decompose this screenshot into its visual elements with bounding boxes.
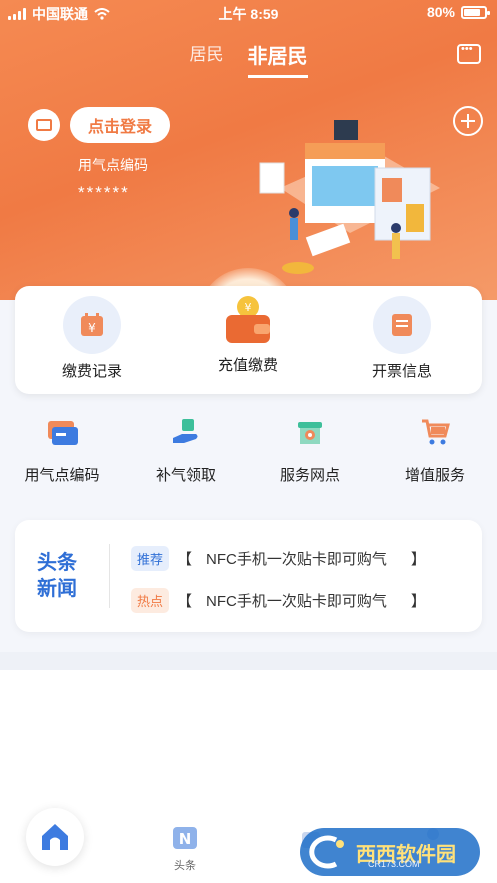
grid-label-service-outlets: 服务网点 [279, 467, 340, 484]
battery-percent: 80% [426, 4, 455, 20]
bracket-close: 】 [410, 593, 426, 610]
tabbar-home-button[interactable] [26, 808, 84, 866]
grid-label-gas-refill: 补气领取 [155, 467, 216, 484]
tab-resident[interactable]: 居民 [190, 40, 224, 78]
recommend-badge: 推荐 [131, 546, 170, 571]
grid-label-value-added: 增值服务 [404, 467, 465, 484]
divider [109, 544, 110, 608]
headline-news-logo: 头条 新闻 [37, 550, 77, 602]
tabbar-headlines[interactable]: N 头条 [172, 826, 198, 873]
news-logo-line2: 新闻 [37, 578, 77, 600]
calendar-yen-icon: ¥ [63, 296, 121, 354]
grid-item-service-outlets[interactable]: 服务网点 [255, 414, 365, 485]
message-icon[interactable] [457, 43, 481, 64]
invoice-info-button[interactable]: 开票信息 [337, 296, 467, 381]
news-title: NFC手机一次贴卡即可购气 [206, 593, 387, 610]
battery-icon [461, 5, 490, 19]
service-grid: 用气点编码 补气领取 服务网点 增值服务 [0, 414, 497, 494]
status-bar: 中国联通 上午 8:59 80% [0, 0, 497, 26]
store-location-icon [292, 414, 328, 450]
watermark-sub: CR173.COM [368, 859, 420, 869]
login-button[interactable]: 点击登录 [70, 107, 171, 143]
news-item[interactable]: 热点 【 NFC手机一次贴卡即可购气 】 [131, 588, 426, 613]
headline-news-card: 头条 新闻 推荐 【 NFC手机一次贴卡即可购气 】 热点 【 NFC手机一次贴… [15, 520, 482, 632]
gas-point-code-value: ****** [78, 183, 130, 202]
site-watermark: 西西软件园 CR173.COM [300, 828, 480, 876]
watermark-logo [309, 835, 344, 869]
resident-tabs: 居民 非居民 [0, 40, 497, 78]
bracket-open: 【 [177, 551, 193, 568]
invoice-info-label: 开票信息 [371, 363, 432, 380]
payment-records-button[interactable]: ¥ 缴费记录 [27, 296, 157, 381]
recharge-label: 充值缴费 [217, 357, 278, 374]
tabbar-headlines-label: 头条 [174, 860, 196, 872]
store-illustration [259, 120, 440, 274]
news-item[interactable]: 推荐 【 NFC手机一次贴卡即可购气 】 [131, 546, 426, 571]
hand-gift-icon [168, 414, 204, 450]
grid-item-gas-code[interactable]: 用气点编码 [7, 414, 117, 485]
clock: 上午 8:59 [218, 6, 279, 22]
card-icon [44, 414, 80, 450]
news-logo-line1: 头条 [37, 552, 77, 574]
svg-text:N: N [179, 830, 192, 848]
svg-text:¥: ¥ [245, 301, 252, 314]
avatar[interactable] [28, 109, 60, 141]
grid-item-gas-refill[interactable]: 补气领取 [131, 414, 241, 485]
cart-icon [417, 414, 453, 450]
recharge-button[interactable]: ¥ 充值缴费 [183, 292, 313, 375]
hot-badge: 热点 [131, 588, 170, 613]
sofa-icon [36, 119, 52, 131]
bracket-close: 】 [410, 551, 426, 568]
tab-non-resident[interactable]: 非居民 [247, 40, 308, 78]
home-icon [42, 824, 68, 850]
wallet-coin-icon: ¥ [219, 292, 277, 350]
grid-item-value-added[interactable]: 增值服务 [380, 414, 490, 485]
grid-label-gas-code: 用气点编码 [24, 467, 100, 484]
bracket-open: 【 [177, 593, 193, 610]
section-divider [0, 652, 497, 670]
news-title: NFC手机一次贴卡即可购气 [206, 551, 387, 568]
invoice-icon [373, 296, 431, 354]
svg-text:¥: ¥ [88, 321, 96, 335]
payment-records-label: 缴费记录 [61, 363, 122, 380]
gas-point-code-label: 用气点编码 [78, 157, 148, 173]
quick-actions-card: ¥ 缴费记录 ¥ 充值缴费 开票信息 [15, 286, 482, 394]
news-n-icon: N [173, 827, 197, 849]
